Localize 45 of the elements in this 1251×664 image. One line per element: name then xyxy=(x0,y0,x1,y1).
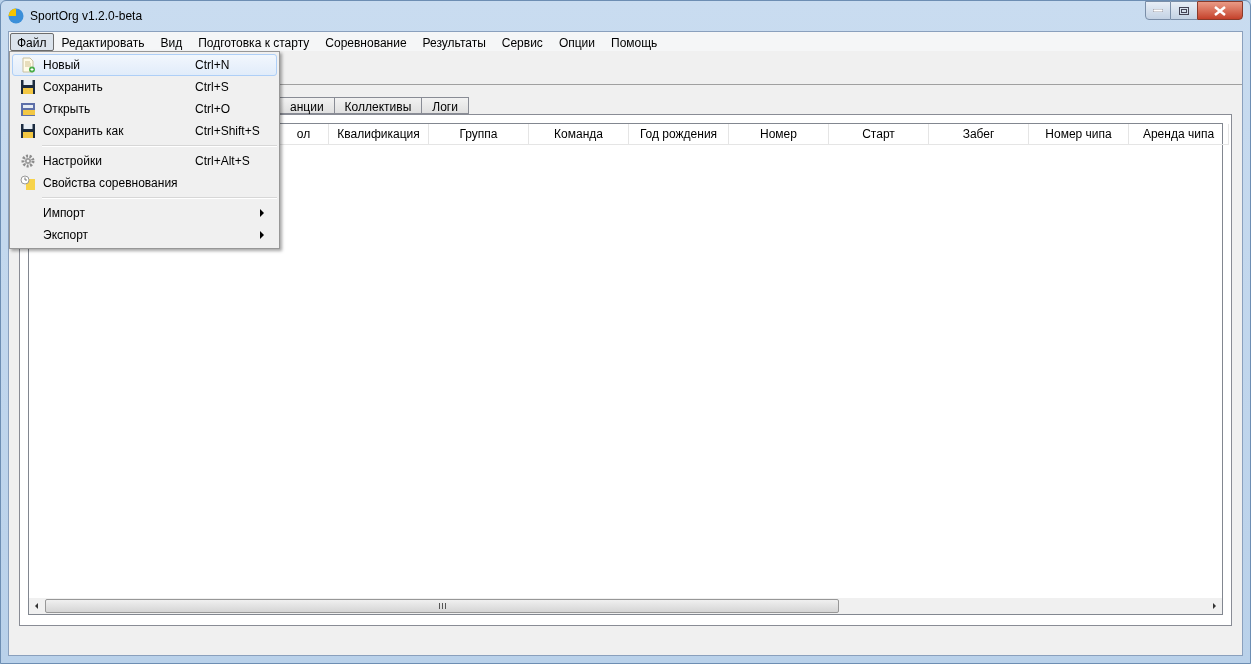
tab[interactable]: Коллективы xyxy=(333,97,423,114)
grip-icon xyxy=(438,603,446,609)
close-button[interactable] xyxy=(1197,1,1243,20)
window-title: SportOrg v1.2.0-beta xyxy=(30,8,143,25)
column-header[interactable]: Команда xyxy=(529,124,629,145)
menu-item[interactable]: Открыть Ctrl+O xyxy=(12,98,277,120)
menu-item[interactable]: Редактировать xyxy=(53,32,153,51)
tab[interactable]: анции xyxy=(279,97,335,114)
close-icon xyxy=(1214,5,1226,16)
menu-item[interactable]: Настройки Ctrl+Alt+S xyxy=(12,150,277,172)
scrollbar-thumb[interactable] xyxy=(45,599,839,613)
menu-item[interactable]: Новый Ctrl+N xyxy=(12,54,277,76)
folder-icon xyxy=(20,101,36,117)
menu-item[interactable]: Свойства соревнования xyxy=(12,172,277,194)
column-header[interactable]: Старт xyxy=(829,124,929,145)
minimize-icon xyxy=(1153,9,1163,12)
column-header[interactable]: Год рождения xyxy=(629,124,729,145)
submenu-arrow-icon xyxy=(260,231,264,239)
column-header[interactable]: Забег xyxy=(929,124,1029,145)
tab[interactable]: Логи xyxy=(421,97,469,114)
new-file-icon xyxy=(20,57,36,73)
maximize-button[interactable] xyxy=(1171,1,1197,20)
menu-item[interactable]: Опции xyxy=(550,32,603,51)
menu-item[interactable]: Файл xyxy=(10,32,54,51)
column-header[interactable]: Номер чипа xyxy=(1029,124,1129,145)
menu-item[interactable]: Сохранить как Ctrl+Shift+S xyxy=(12,120,277,142)
column-header[interactable]: Номер xyxy=(729,124,829,145)
menu-item[interactable]: Вид xyxy=(152,32,191,51)
menu-item[interactable]: Помощь xyxy=(603,32,666,51)
menu-item[interactable]: Сервис xyxy=(493,32,551,51)
submenu-arrow-icon xyxy=(260,209,264,217)
clock-document-icon xyxy=(20,175,36,191)
menu-item[interactable]: Соревнование xyxy=(317,32,415,51)
column-header[interactable]: Квалификация xyxy=(329,124,429,145)
submenu-item[interactable]: Импорт xyxy=(12,202,277,224)
column-header[interactable]: Аренда чипа xyxy=(1129,124,1229,145)
app-logo-icon xyxy=(8,8,24,24)
menu-item[interactable]: Сохранить Ctrl+S xyxy=(12,76,277,98)
menu-item[interactable]: Подготовка к старту xyxy=(190,32,318,51)
maximize-icon xyxy=(1179,6,1189,15)
horizontal-scrollbar[interactable] xyxy=(29,598,1222,614)
submenu-item[interactable]: Экспорт xyxy=(12,224,277,246)
gear-icon xyxy=(20,153,36,169)
menu-item[interactable]: Результаты xyxy=(414,32,494,51)
column-header[interactable]: Группа xyxy=(429,124,529,145)
